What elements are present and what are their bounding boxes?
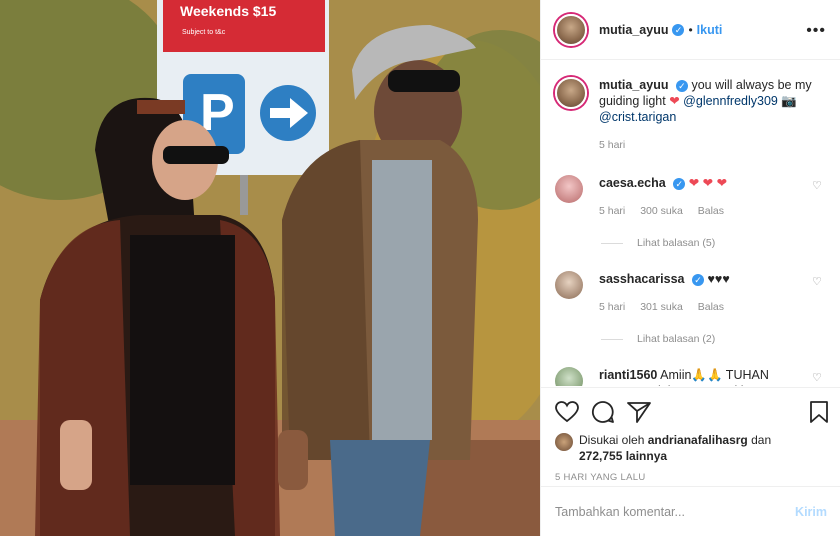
comment-time: 5 hari <box>599 205 626 217</box>
commenter-username[interactable]: sasshacarissa <box>599 272 685 286</box>
comment-time: 5 hari <box>599 301 626 313</box>
post-photo[interactable]: Weekends $15 Subject to t&c P <box>0 0 540 536</box>
likes-count[interactable]: 272,755 lainnya <box>579 449 667 463</box>
red-heart-icon: ❤ <box>669 94 680 108</box>
share-icon[interactable] <box>627 401 651 423</box>
post-caption: mutia_ayuu ✓ you will always be my guidi… <box>555 77 827 153</box>
verified-icon: ✓ <box>691 273 704 286</box>
comment-item: sasshacarissa ✓ ♥♥♥ 5 hari 301 suka Bala… <box>555 271 827 315</box>
caption-avatar[interactable] <box>555 77 587 109</box>
caption-time: 5 hari <box>599 139 626 151</box>
likes-connector: dan <box>751 433 772 447</box>
more-options-icon[interactable]: ••• <box>806 22 826 40</box>
post-photo-illustration: Weekends $15 Subject to t&c P <box>0 0 540 536</box>
red-heart-icon: ❤ <box>688 176 700 190</box>
reply-button[interactable]: Balas <box>698 301 724 313</box>
liker-avatar[interactable] <box>555 433 573 451</box>
view-replies-label[interactable]: Lihat balasan (5) <box>637 237 715 249</box>
post-actions: Disukai oleh andrianafalihasrg dan 272,7… <box>541 387 840 483</box>
like-comment-icon[interactable]: ♡ <box>812 179 823 192</box>
comment-input[interactable] <box>555 504 796 519</box>
post-detail-panel: mutia_ayuu ✓ • Ikuti ••• mutia_ayuu ✓ yo… <box>540 0 840 536</box>
like-comment-icon[interactable]: ♡ <box>812 275 823 288</box>
camera-icon: 📷 <box>781 94 797 108</box>
replies-divider <box>601 338 623 340</box>
comment-likes[interactable]: 301 suka <box>640 301 683 313</box>
sign-text: Weekends $15 <box>180 3 276 19</box>
comment-likes[interactable]: 300 suka <box>640 205 683 217</box>
follow-button[interactable]: Ikuti <box>697 23 723 37</box>
comment-icon[interactable] <box>591 400 615 424</box>
commenter-username[interactable]: caesa.echa <box>599 176 666 190</box>
view-replies[interactable]: Lihat balasan (2) <box>601 333 827 345</box>
view-replies-label[interactable]: Lihat balasan (2) <box>637 333 715 345</box>
post-header: mutia_ayuu ✓ • Ikuti ••• <box>541 0 840 60</box>
red-heart-icon: ❤ <box>702 176 714 190</box>
bookmark-icon[interactable] <box>809 400 829 424</box>
commenter-avatar[interactable] <box>555 175 583 203</box>
reply-button[interactable]: Balas <box>698 205 724 217</box>
commenter-username[interactable]: rianti1560 <box>599 368 657 382</box>
view-replies[interactable]: Lihat balasan (5) <box>601 237 827 249</box>
comment-item: rianti1560 Amiin🙏🙏 TUHAN YESUS selalu Be… <box>555 367 827 386</box>
comment-text: ♥♥♥ <box>707 272 730 286</box>
caption-mention[interactable]: @crist.tarigan <box>599 110 676 124</box>
post-comment-button[interactable]: Kirim <box>795 505 827 519</box>
commenter-avatar[interactable] <box>555 367 583 386</box>
red-heart-icon: ❤ <box>716 176 728 190</box>
sign-subtext: Subject to t&c <box>182 29 226 36</box>
author-avatar[interactable] <box>555 13 587 46</box>
liker-username[interactable]: andrianafalihasrg <box>648 433 748 447</box>
separator-dot: • <box>688 22 693 37</box>
likes-summary: Disukai oleh andrianafalihasrg dan 272,7… <box>555 432 827 464</box>
add-comment-bar: Kirim <box>541 486 840 536</box>
comments-list[interactable]: mutia_ayuu ✓ you will always be my guidi… <box>541 61 840 386</box>
like-comment-icon[interactable]: ♡ <box>812 371 823 384</box>
verified-icon: ✓ <box>672 23 685 36</box>
likes-prefix: Disukai oleh <box>579 433 645 447</box>
like-icon[interactable] <box>555 401 579 423</box>
replies-divider <box>601 242 623 244</box>
comment-item: caesa.echa ✓ ❤ ❤ ❤ 5 hari 300 suka Balas… <box>555 175 827 219</box>
verified-icon: ✓ <box>673 177 686 190</box>
post-date[interactable]: 5 HARI YANG LALU <box>555 472 827 483</box>
verified-icon: ✓ <box>675 79 688 92</box>
caption-username[interactable]: mutia_ayuu <box>599 78 668 92</box>
author-username[interactable]: mutia_ayuu <box>599 23 668 37</box>
commenter-avatar[interactable] <box>555 271 583 299</box>
caption-mention[interactable]: @glennfredly309 <box>683 94 778 108</box>
